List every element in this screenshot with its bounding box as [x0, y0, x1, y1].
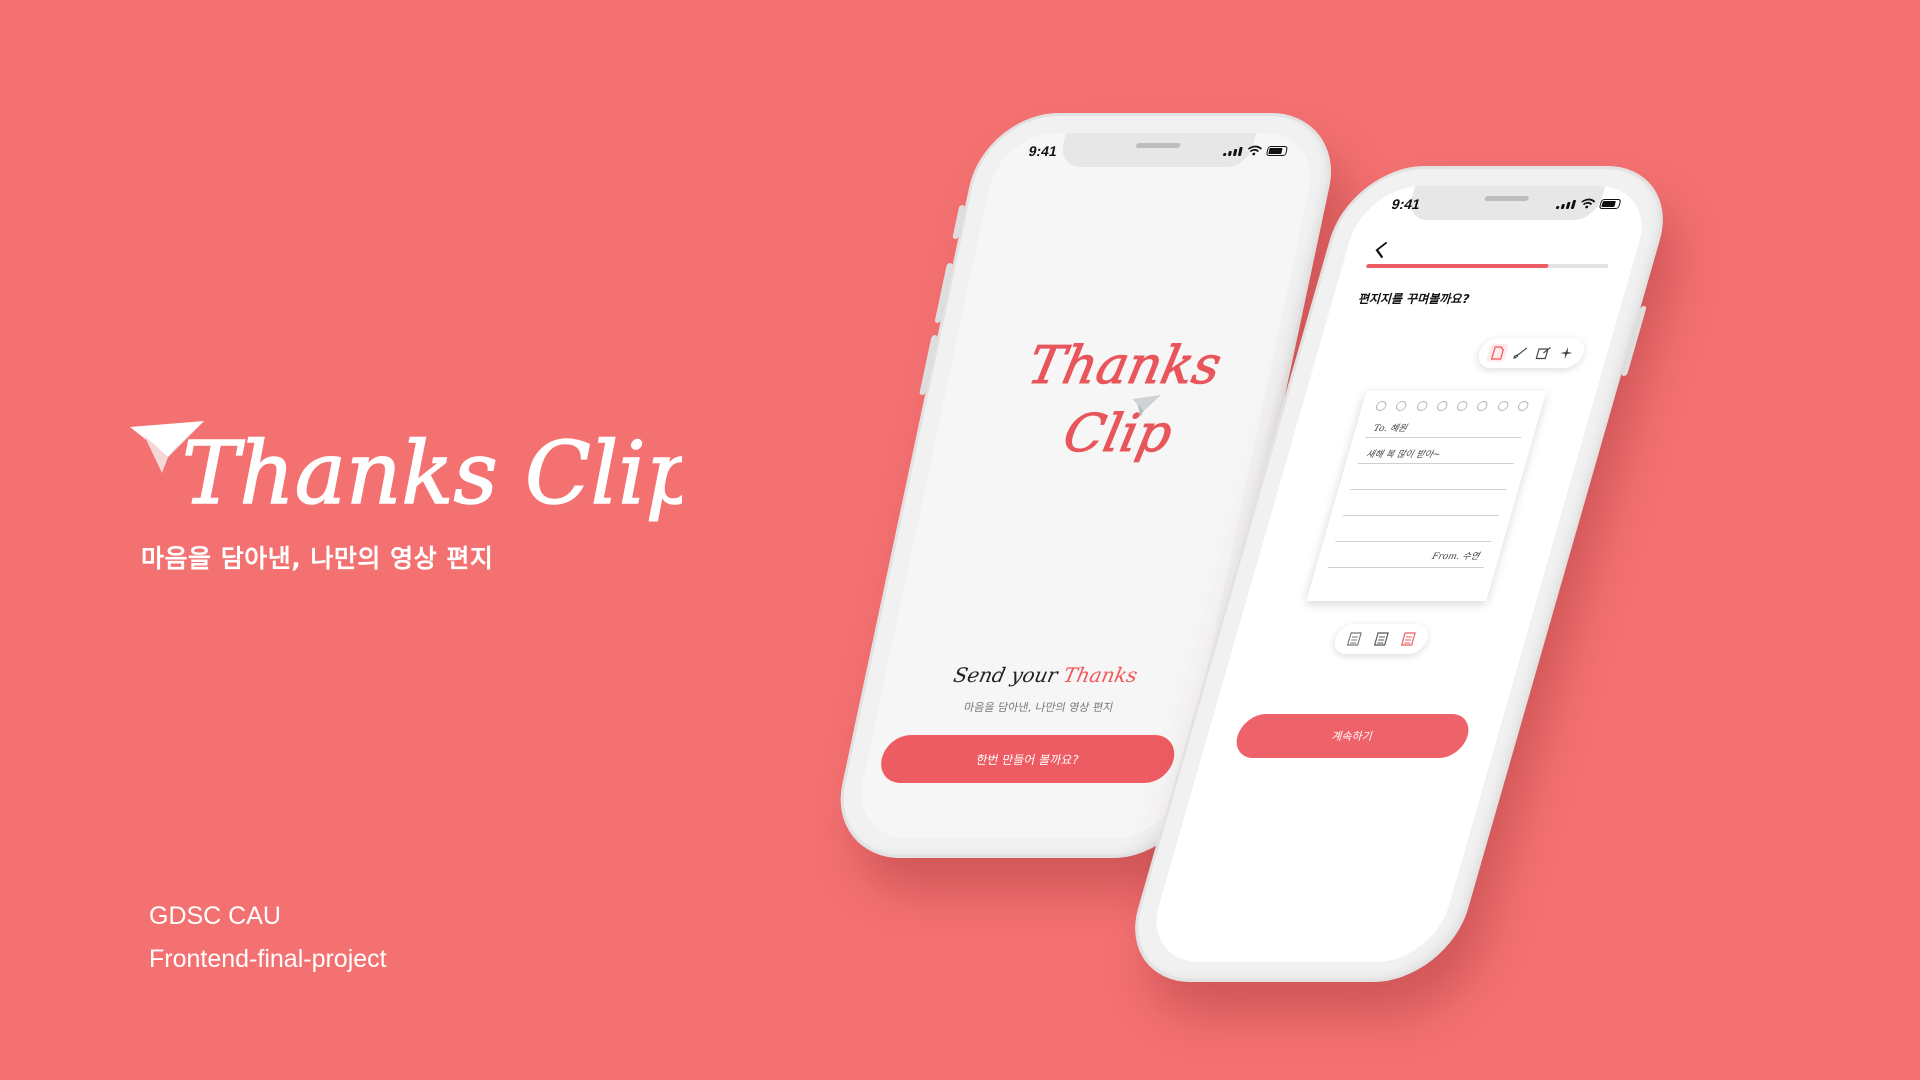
splash-logo-line-1: Thanks	[1023, 336, 1227, 396]
letter-body: 새해 복 많이 받아~	[1364, 450, 1442, 460]
power-button	[1620, 306, 1647, 376]
letter-rings	[1374, 401, 1530, 411]
template-gray-2-icon[interactable]	[1370, 630, 1393, 648]
editor-question: 편지지를 꾸며볼까요?	[1356, 292, 1472, 306]
mute-switch	[952, 205, 966, 239]
template-gray-1-icon[interactable]	[1343, 630, 1366, 648]
document-icon[interactable]	[1485, 344, 1509, 362]
credits: GDSC CAU Frontend-final-project	[149, 895, 387, 981]
splash-subtitle: 마음을 담아낸, 나만의 영상 편지	[962, 701, 1115, 714]
signal-icon	[1222, 147, 1243, 156]
send-prefix: Send your	[951, 663, 1060, 687]
credit-project: Frontend-final-project	[149, 945, 387, 973]
send-your-thanks: Send your Thanks	[883, 663, 1208, 687]
tagline: 마음을 담아낸, 나만의 영상 편지	[141, 544, 494, 573]
status-icons	[1222, 145, 1288, 156]
splash-logo: Thanks Clip	[986, 323, 1250, 483]
progress-bar	[1365, 264, 1609, 268]
logo-text: Thanks Clip	[182, 424, 682, 524]
wifi-icon	[1247, 145, 1262, 156]
status-time: 9:41	[1027, 143, 1059, 159]
wifi-icon	[1581, 198, 1596, 209]
volume-up-button	[934, 263, 954, 323]
letter-from: From. 수연	[1430, 552, 1481, 562]
brand-logo: Thanks Clip	[122, 395, 682, 535]
credit-org: GDSC CAU	[149, 902, 281, 930]
pen-icon[interactable]	[1531, 344, 1554, 362]
battery-icon	[1598, 199, 1622, 209]
signal-icon	[1555, 200, 1577, 209]
letter-paper: To. 혜원 새해 복 많이 받아~ From. 수연	[1306, 391, 1547, 601]
back-arrow-icon[interactable]	[1370, 240, 1392, 260]
continue-button[interactable]: 계속하기	[1231, 714, 1474, 758]
sparkle-icon[interactable]	[1554, 344, 1577, 362]
splash-logo-line-2: Clip	[1058, 404, 1177, 464]
template-picker	[1331, 624, 1432, 654]
battery-icon	[1265, 146, 1288, 156]
start-button[interactable]: 한번 만들어 볼까요?	[876, 735, 1179, 783]
volume-down-button	[919, 335, 938, 395]
brush-icon[interactable]	[1508, 344, 1531, 362]
template-red-icon[interactable]	[1396, 630, 1419, 648]
status-time: 9:41	[1389, 196, 1423, 212]
send-accent: Thanks	[1061, 663, 1140, 687]
letter-to: To. 혜원	[1372, 424, 1408, 434]
progress-fill	[1365, 264, 1549, 268]
decoration-toolbar	[1475, 338, 1588, 368]
status-icons	[1555, 198, 1622, 209]
